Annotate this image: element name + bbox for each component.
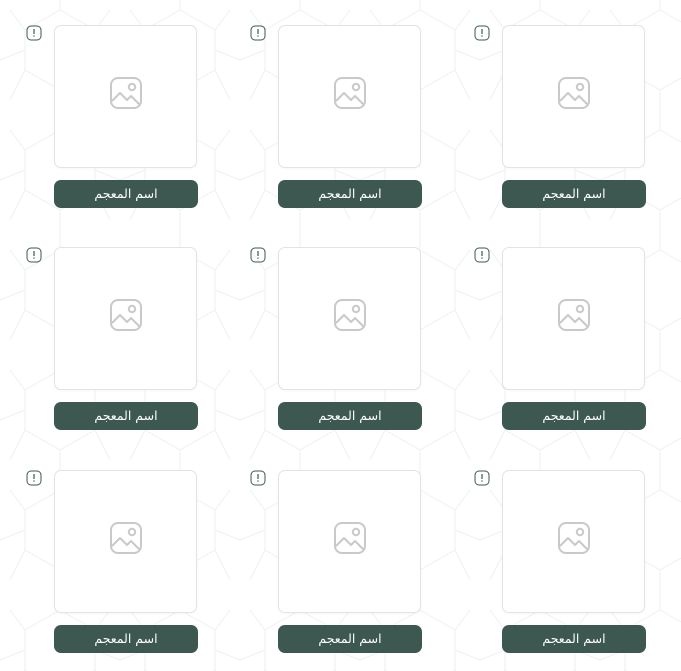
info-icon[interactable]	[26, 470, 42, 486]
info-icon[interactable]	[250, 25, 266, 41]
image-placeholder-icon	[109, 521, 143, 555]
dictionary-image-placeholder[interactable]	[278, 470, 421, 613]
dictionary-card: اسم المعجم	[474, 25, 649, 215]
info-icon[interactable]	[250, 247, 266, 263]
image-placeholder-icon	[333, 521, 367, 555]
dictionary-name-button[interactable]: اسم المعجم	[502, 180, 646, 208]
dictionary-card: اسم المعجم	[26, 470, 201, 660]
dictionary-image-placeholder[interactable]	[278, 25, 421, 168]
image-placeholder-icon	[109, 298, 143, 332]
dictionary-name-button[interactable]: اسم المعجم	[54, 180, 198, 208]
image-placeholder-icon	[557, 521, 591, 555]
dictionary-image-placeholder[interactable]	[278, 247, 421, 390]
dictionary-image-placeholder[interactable]	[502, 470, 645, 613]
dictionary-image-placeholder[interactable]	[502, 25, 645, 168]
dictionary-name-button[interactable]: اسم المعجم	[278, 625, 422, 653]
dictionary-name-button[interactable]: اسم المعجم	[502, 402, 646, 430]
image-placeholder-icon	[333, 76, 367, 110]
dictionary-name-button[interactable]: اسم المعجم	[502, 625, 646, 653]
dictionary-image-placeholder[interactable]	[54, 470, 197, 613]
dictionary-card: اسم المعجم	[250, 25, 425, 215]
info-icon[interactable]	[474, 247, 490, 263]
dictionary-card: اسم المعجم	[250, 247, 425, 437]
dictionary-card: اسم المعجم	[250, 470, 425, 660]
image-placeholder-icon	[109, 76, 143, 110]
dictionary-card: اسم المعجم	[474, 247, 649, 437]
dictionary-card: اسم المعجم	[474, 470, 649, 660]
dictionary-card: اسم المعجم	[26, 25, 201, 215]
dictionary-name-button[interactable]: اسم المعجم	[278, 180, 422, 208]
info-icon[interactable]	[474, 25, 490, 41]
image-placeholder-icon	[557, 76, 591, 110]
dictionary-card: اسم المعجم	[26, 247, 201, 437]
dictionary-name-button[interactable]: اسم المعجم	[54, 625, 198, 653]
dictionary-image-placeholder[interactable]	[54, 25, 197, 168]
image-placeholder-icon	[333, 298, 367, 332]
dictionary-name-button[interactable]: اسم المعجم	[54, 402, 198, 430]
dictionary-image-placeholder[interactable]	[502, 247, 645, 390]
image-placeholder-icon	[557, 298, 591, 332]
dictionary-name-button[interactable]: اسم المعجم	[278, 402, 422, 430]
info-icon[interactable]	[474, 470, 490, 486]
info-icon[interactable]	[26, 247, 42, 263]
dictionary-grid: اسم المعجم اسم المعجم اسم المعجم اسم الم…	[0, 0, 681, 671]
info-icon[interactable]	[26, 25, 42, 41]
dictionary-image-placeholder[interactable]	[54, 247, 197, 390]
info-icon[interactable]	[250, 470, 266, 486]
